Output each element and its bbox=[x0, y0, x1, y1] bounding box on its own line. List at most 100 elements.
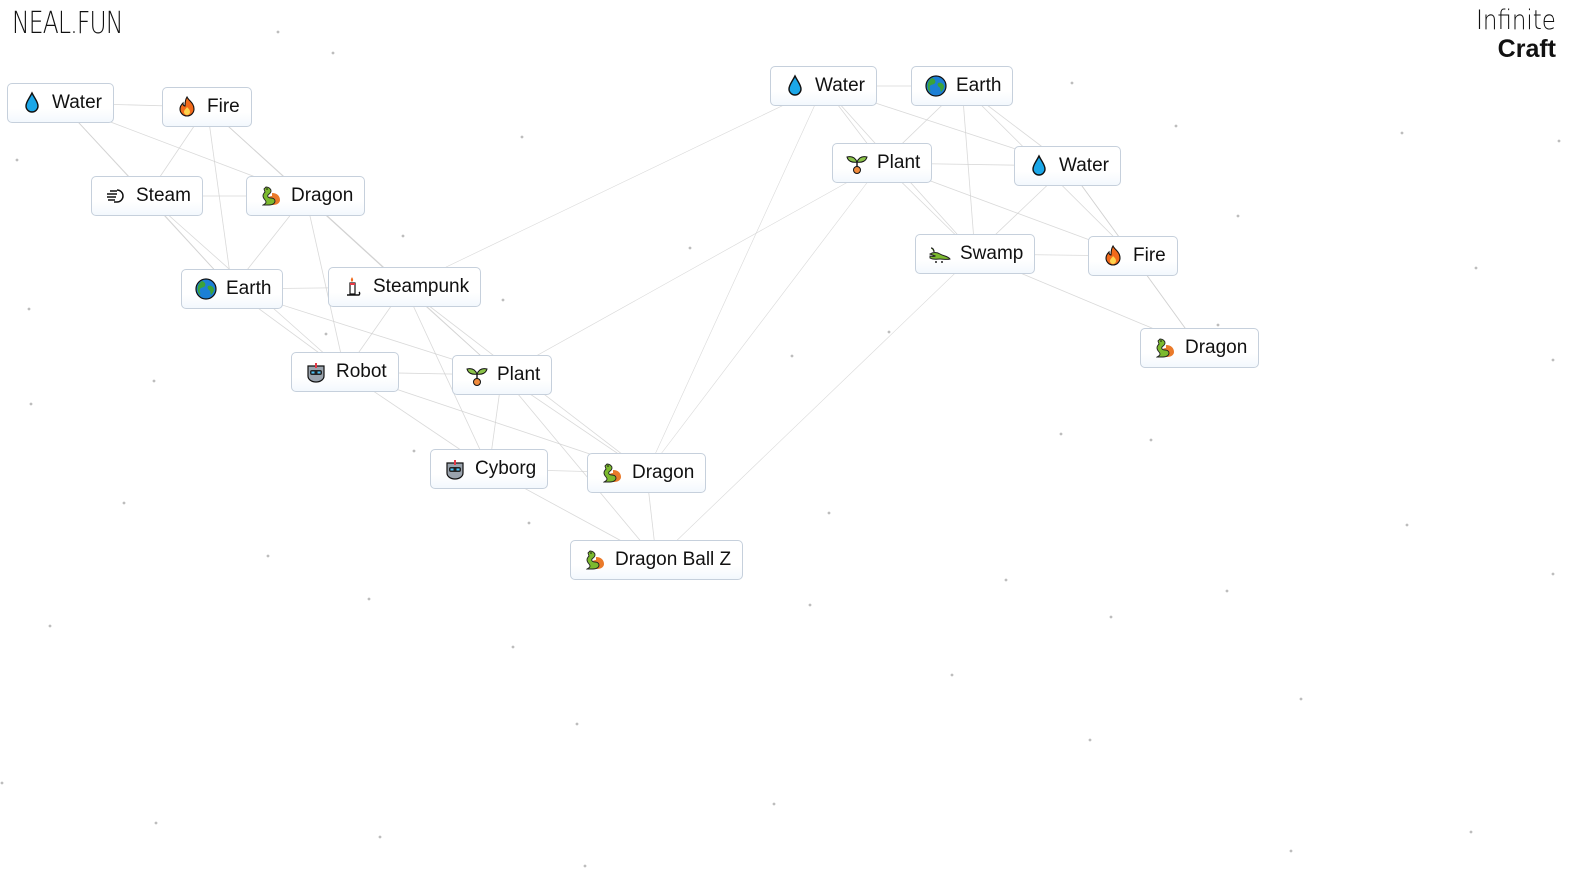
background-dot bbox=[1059, 432, 1063, 436]
element-tile-plant[interactable]: Plant bbox=[452, 355, 553, 395]
element-label: Plant bbox=[497, 364, 541, 385]
background-dot bbox=[1216, 323, 1220, 327]
background-dot bbox=[1109, 615, 1113, 619]
element-tile-water[interactable]: Water bbox=[770, 66, 877, 106]
element-label: Earth bbox=[956, 75, 1002, 96]
element-tile-water[interactable]: Water bbox=[7, 83, 114, 123]
earth-globe-icon bbox=[924, 74, 948, 98]
background-dot bbox=[378, 835, 382, 839]
element-label: Dragon bbox=[291, 185, 354, 206]
element-tile-swamp[interactable]: Swamp bbox=[915, 234, 1036, 274]
background-dot bbox=[1236, 214, 1240, 218]
connection-line bbox=[501, 162, 883, 376]
dragon-icon bbox=[600, 461, 624, 485]
element-tile-water[interactable]: Water bbox=[1014, 146, 1121, 186]
element-tile-steampunk[interactable]: Steampunk bbox=[328, 267, 482, 307]
element-tile-robot[interactable]: Robot bbox=[291, 352, 399, 392]
fire-icon bbox=[1101, 244, 1125, 268]
element-tile-dragon[interactable]: Dragon bbox=[1140, 328, 1260, 368]
background-dot bbox=[1400, 131, 1404, 135]
background-dot bbox=[266, 554, 270, 558]
background-dot bbox=[1469, 830, 1473, 834]
neal-fun-logo[interactable]: NEAL.FUN bbox=[12, 6, 123, 41]
element-tile-fire[interactable]: Fire bbox=[162, 87, 252, 127]
water-drop-icon bbox=[20, 91, 44, 115]
background-dot bbox=[527, 521, 531, 525]
element-label: Fire bbox=[207, 96, 240, 117]
element-label: Swamp bbox=[960, 243, 1024, 264]
candle-icon bbox=[341, 275, 365, 299]
connection-line bbox=[961, 85, 976, 255]
background-dot bbox=[1289, 849, 1293, 853]
connection-line bbox=[404, 85, 824, 288]
background-dot bbox=[950, 673, 954, 677]
background-dot bbox=[15, 158, 19, 162]
background-dot bbox=[520, 135, 524, 139]
element-label: Cyborg bbox=[475, 458, 537, 479]
dragon-icon bbox=[583, 548, 607, 572]
background-dot bbox=[331, 51, 335, 55]
element-tile-steam[interactable]: Steam bbox=[91, 176, 203, 216]
element-label: Water bbox=[815, 75, 865, 96]
infinite-craft-logo: Infinite Craft bbox=[1462, 5, 1556, 63]
background-dot bbox=[1551, 358, 1555, 362]
background-dot bbox=[1557, 139, 1561, 143]
element-label: Steam bbox=[136, 185, 191, 206]
background-dot bbox=[122, 501, 126, 505]
background-dot bbox=[401, 234, 405, 238]
brand-line-2: Craft bbox=[1497, 35, 1556, 63]
element-label: Fire bbox=[1133, 245, 1166, 266]
background-dot bbox=[688, 246, 692, 250]
background-dot bbox=[1070, 81, 1074, 85]
background-dot bbox=[48, 624, 52, 628]
background-dot bbox=[808, 603, 812, 607]
seedling-icon bbox=[845, 151, 869, 175]
background-dot bbox=[1474, 266, 1478, 270]
background-dot bbox=[154, 821, 158, 825]
crocodile-icon bbox=[928, 242, 952, 266]
element-tile-dragon-ball-z[interactable]: Dragon Ball Z bbox=[570, 540, 744, 580]
element-tile-fire[interactable]: Fire bbox=[1088, 236, 1178, 276]
background-dot bbox=[1299, 697, 1303, 701]
background-dot bbox=[511, 645, 515, 649]
background-dot bbox=[324, 332, 328, 336]
background-dot bbox=[29, 402, 33, 406]
background-dot bbox=[1149, 438, 1153, 442]
element-label: Dragon Ball Z bbox=[615, 549, 732, 570]
earth-globe-icon bbox=[194, 277, 218, 301]
background-dot bbox=[1225, 589, 1229, 593]
background-dot bbox=[772, 802, 776, 806]
background-dot bbox=[276, 30, 280, 34]
background-dot bbox=[412, 449, 416, 453]
element-tile-cyborg[interactable]: Cyborg bbox=[430, 449, 549, 489]
water-drop-icon bbox=[783, 74, 807, 98]
element-label: Robot bbox=[336, 361, 387, 382]
background-dot bbox=[575, 722, 579, 726]
background-dot bbox=[152, 379, 156, 383]
dragon-icon bbox=[259, 184, 283, 208]
element-tile-plant[interactable]: Plant bbox=[832, 143, 933, 183]
connection-line bbox=[646, 162, 883, 474]
background-dot bbox=[0, 781, 4, 785]
background-dot bbox=[887, 330, 891, 334]
connection-canvas bbox=[0, 30, 1561, 868]
element-tile-earth[interactable]: Earth bbox=[181, 269, 284, 309]
water-drop-icon bbox=[1027, 154, 1051, 178]
element-tile-dragon[interactable]: Dragon bbox=[246, 176, 366, 216]
background-dot bbox=[790, 354, 794, 358]
element-label: Water bbox=[1059, 155, 1109, 176]
fire-icon bbox=[175, 95, 199, 119]
background-dot bbox=[1088, 738, 1092, 742]
connection-line bbox=[656, 253, 976, 561]
connection-line bbox=[206, 106, 233, 290]
element-label: Water bbox=[52, 92, 102, 113]
steam-icon bbox=[104, 184, 128, 208]
background-dot bbox=[827, 511, 831, 515]
brand-line-1: Infinite bbox=[1476, 5, 1556, 36]
background-dot bbox=[1405, 523, 1409, 527]
element-tile-dragon[interactable]: Dragon bbox=[587, 453, 707, 493]
element-tile-earth[interactable]: Earth bbox=[911, 66, 1014, 106]
robot-icon bbox=[304, 360, 328, 384]
background-dot bbox=[1551, 572, 1555, 576]
background-dot bbox=[501, 298, 505, 302]
